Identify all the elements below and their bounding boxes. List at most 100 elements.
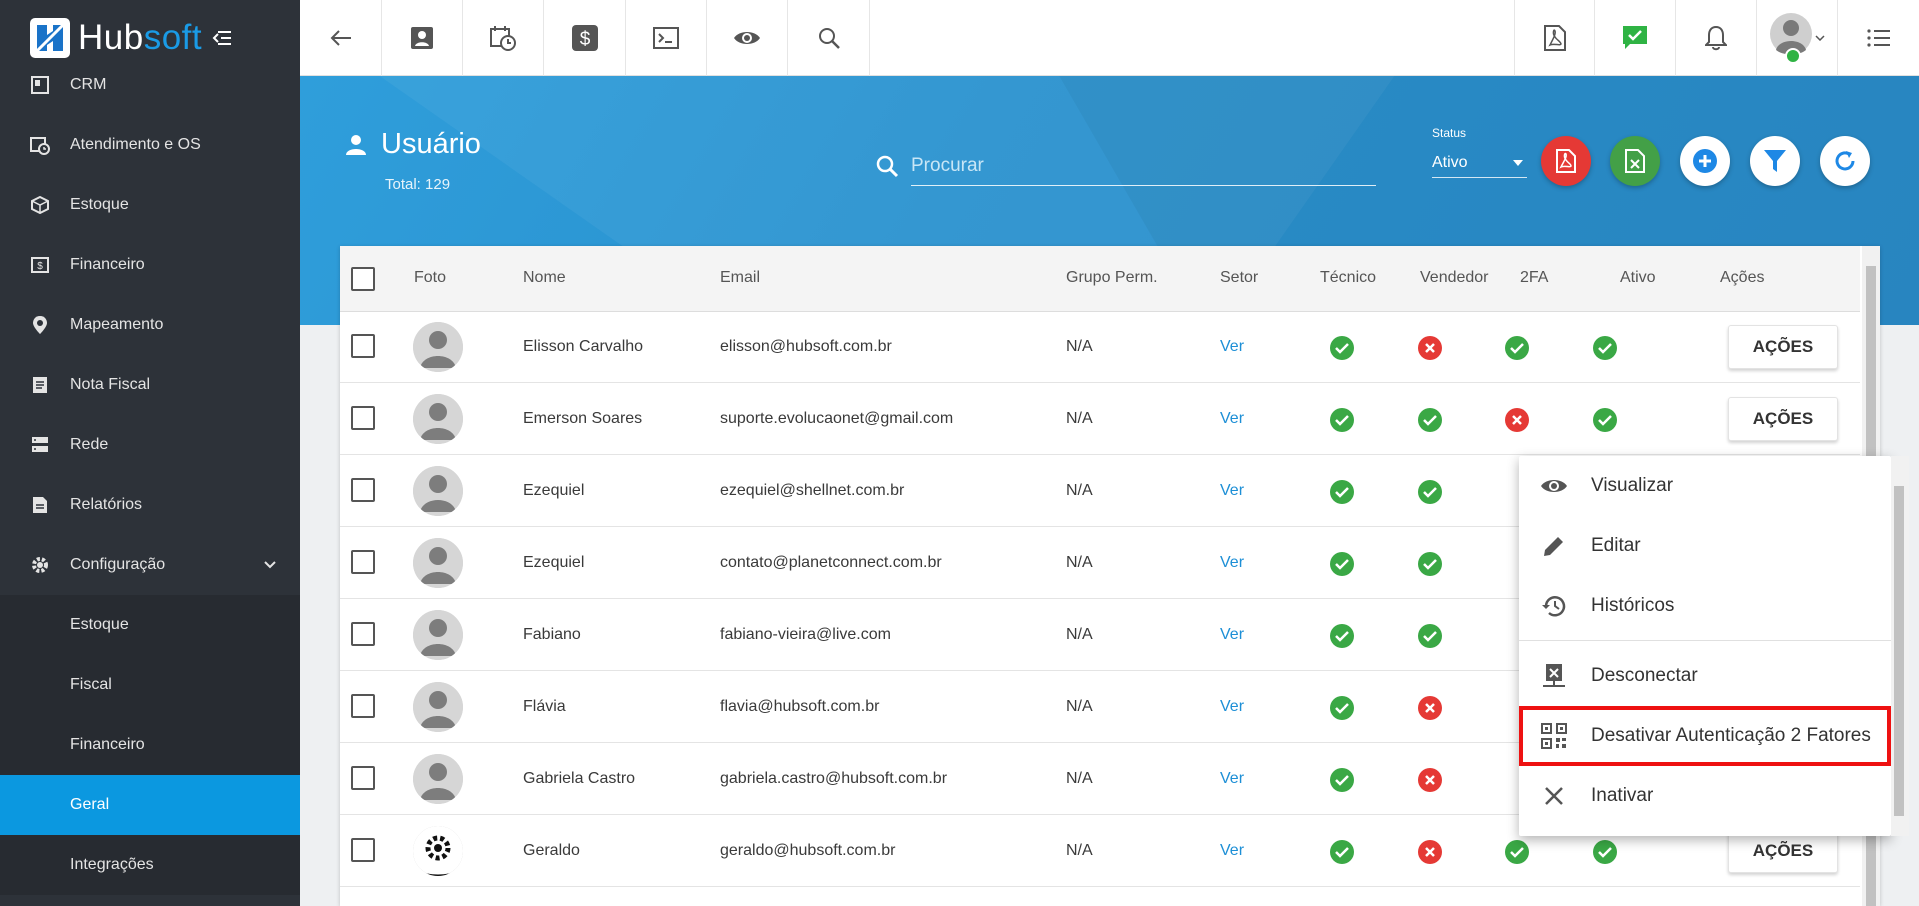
refresh-button[interactable] <box>1820 136 1870 186</box>
setor-link[interactable]: Ver <box>1220 482 1244 500</box>
search-icon <box>818 27 840 49</box>
sidebar-subitem-fiscal[interactable]: Fiscal <box>0 655 300 715</box>
sidebar-subitem-integracoes[interactable]: Integrações <box>0 835 300 895</box>
check-icon <box>1418 624 1442 648</box>
column-header[interactable]: Vendedor <box>1420 269 1489 287</box>
menu-item-inativar[interactable]: Inativar <box>1519 766 1891 826</box>
export-excel-button[interactable] <box>1610 136 1660 186</box>
select-all-checkbox[interactable] <box>351 267 375 291</box>
list-button[interactable] <box>1838 0 1919 76</box>
setor-link[interactable]: Ver <box>1220 770 1244 788</box>
sidebar-item-configuracao[interactable]: Configuração <box>0 535 300 595</box>
add-user-button[interactable] <box>1680 136 1730 186</box>
check-icon <box>1330 408 1354 432</box>
refresh-icon <box>1833 149 1857 173</box>
user-menu-button[interactable] <box>1757 0 1838 76</box>
cell-grupo: N/A <box>1066 338 1093 355</box>
column-header[interactable]: Ativo <box>1620 269 1656 287</box>
menu-divider <box>1519 640 1891 641</box>
table-row[interactable]: Elisson Carvalho elisson@hubsoft.com.br N/… <box>340 312 1860 383</box>
close-icon <box>1539 781 1569 811</box>
setor-link[interactable]: Ver <box>1220 698 1244 716</box>
sidebar-item-label: Rede <box>70 436 109 453</box>
table-header: Foto Nome Email Grupo Perm. Setor Técnic… <box>340 246 1860 312</box>
crm-icon <box>30 75 50 95</box>
row-checkbox[interactable] <box>351 622 375 646</box>
row-checkbox[interactable] <box>351 478 375 502</box>
status-select[interactable]: Ativo <box>1432 148 1527 178</box>
row-checkbox[interactable] <box>351 694 375 718</box>
notifications-button[interactable] <box>1676 0 1757 76</box>
setor-link[interactable]: Ver <box>1220 410 1244 428</box>
table-row[interactable]: Emerson Soares suporte.evolucaonet@gmail.… <box>340 384 1860 455</box>
sidebar-item-label: Mapeamento <box>70 316 164 333</box>
search-input[interactable] <box>911 146 1376 186</box>
back-button[interactable] <box>300 0 382 76</box>
schedule-button[interactable] <box>463 0 544 76</box>
status-value: Ativo <box>1432 153 1468 171</box>
pdf-button[interactable] <box>1514 0 1595 76</box>
report-icon <box>30 495 50 515</box>
sidebar-item-mapeamento[interactable]: Mapeamento <box>0 295 300 355</box>
acoes-button[interactable]: AÇÕES <box>1728 325 1838 369</box>
row-checkbox[interactable] <box>351 550 375 574</box>
column-header[interactable]: Técnico <box>1320 269 1376 287</box>
check-icon <box>1505 336 1529 360</box>
menu-item-desconectar[interactable]: Desconectar <box>1519 646 1891 706</box>
check-icon <box>1505 840 1529 864</box>
contact-card-icon <box>410 26 434 50</box>
menu-scrollbar[interactable] <box>1891 456 1909 836</box>
check-icon <box>1330 552 1354 576</box>
row-checkbox[interactable] <box>351 334 375 358</box>
cell-nome: Flávia <box>523 698 566 715</box>
sidebar-subitem-estoque[interactable]: Estoque <box>0 595 300 655</box>
setor-link[interactable]: Ver <box>1220 554 1244 572</box>
cell-grupo: N/A <box>1066 770 1093 787</box>
setor-link[interactable]: Ver <box>1220 842 1244 860</box>
sidebar-item-financeiro[interactable]: $ Financeiro <box>0 235 300 295</box>
menu-item-desativar-2fa[interactable]: Desativar Autenticação 2 Fatores <box>1519 706 1891 766</box>
sidebar-item-rede[interactable]: Rede <box>0 415 300 475</box>
bell-icon <box>1705 25 1727 51</box>
menu-collapse-icon[interactable] <box>212 30 232 46</box>
search-button[interactable] <box>788 0 870 76</box>
setor-link[interactable]: Ver <box>1220 338 1244 356</box>
cell-nome: Ezequiel <box>523 554 585 571</box>
sidebar-subitem-geral[interactable]: Geral <box>0 775 300 835</box>
sidebar-item-atendimento[interactable]: Atendimento e OS <box>0 115 300 175</box>
setor-link[interactable]: Ver <box>1220 626 1244 644</box>
menu-scrollbar-thumb[interactable] <box>1894 486 1904 816</box>
cell-nome: Emerson Soares <box>523 410 643 427</box>
acoes-button[interactable]: AÇÕES <box>1728 397 1838 441</box>
contacts-button[interactable] <box>382 0 463 76</box>
sidebar-item-crm[interactable]: CRM <box>0 55 300 115</box>
back-arrow-icon <box>330 29 352 47</box>
export-pdf-button[interactable] <box>1541 136 1591 186</box>
finance-button[interactable]: $ <box>544 0 626 76</box>
view-button[interactable] <box>707 0 788 76</box>
avatar <box>413 394 463 444</box>
menu-item-historicos[interactable]: Históricos <box>1519 576 1891 636</box>
column-header[interactable]: Email <box>720 269 760 287</box>
check-icon <box>1330 768 1354 792</box>
sidebar-item-estoque[interactable]: Estoque <box>0 175 300 235</box>
disconnect-icon <box>1539 661 1569 691</box>
column-header[interactable]: 2FA <box>1520 269 1548 287</box>
filter-button[interactable] <box>1750 136 1800 186</box>
column-header: Ações <box>1720 269 1765 286</box>
gear-icon <box>30 555 50 575</box>
sidebar-subitem-financeiro[interactable]: Financeiro <box>0 715 300 775</box>
cross-icon <box>1418 840 1442 864</box>
terminal-button[interactable] <box>626 0 707 76</box>
column-header[interactable]: Nome <box>523 269 566 287</box>
row-checkbox[interactable] <box>351 406 375 430</box>
row-checkbox[interactable] <box>351 838 375 862</box>
approvals-button[interactable] <box>1595 0 1676 76</box>
cell-email: geraldo@hubsoft.com.br <box>720 842 896 859</box>
sidebar-item-nota-fiscal[interactable]: Nota Fiscal <box>0 355 300 415</box>
row-checkbox[interactable] <box>351 766 375 790</box>
menu-item-visualizar[interactable]: Visualizar <box>1519 456 1891 516</box>
menu-item-editar[interactable]: Editar <box>1519 516 1891 576</box>
sidebar-item-relatorios[interactable]: Relatórios <box>0 475 300 535</box>
column-header[interactable]: Grupo Perm. <box>1066 269 1158 287</box>
